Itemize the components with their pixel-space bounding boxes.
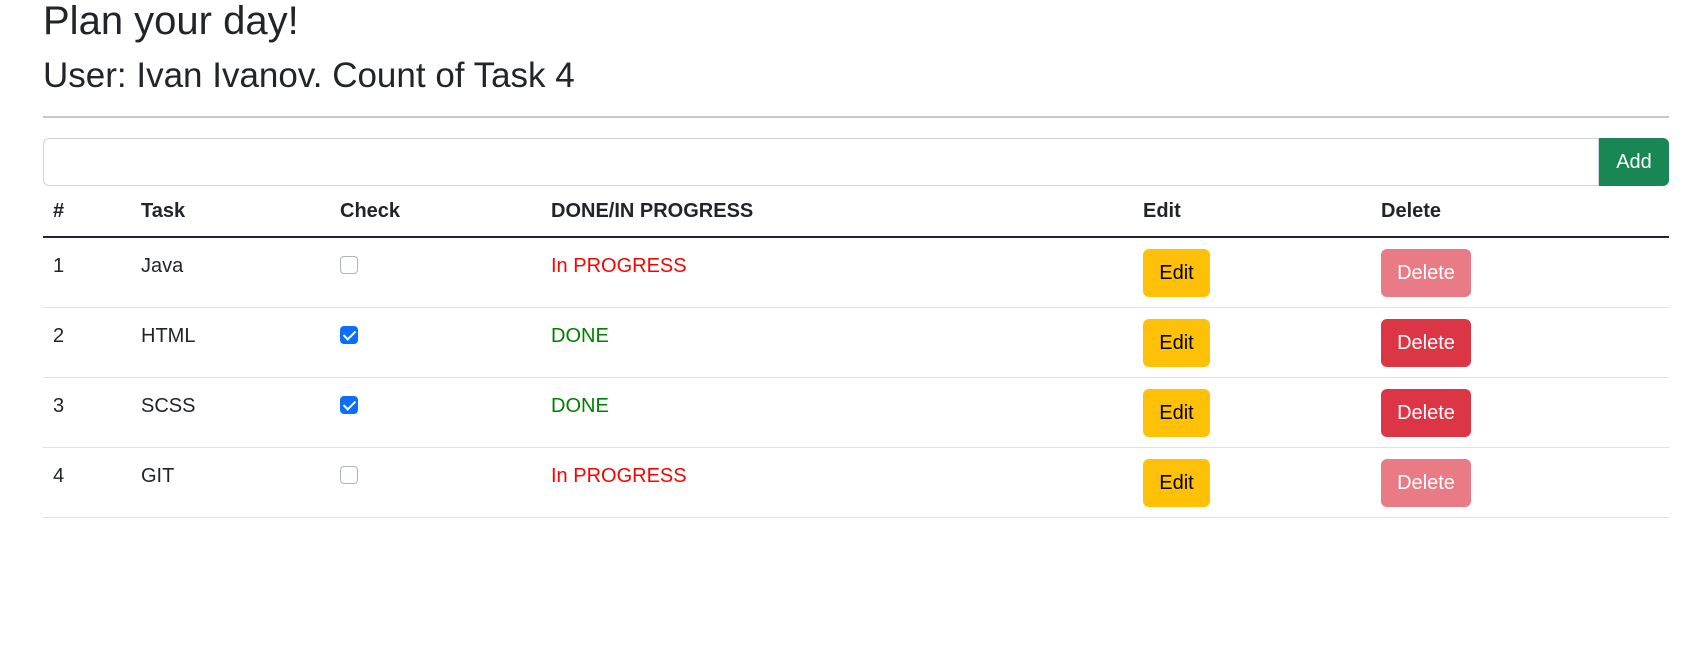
task-status: In PROGRESS (551, 465, 687, 487)
edit-button[interactable]: Edit (1143, 459, 1210, 507)
task-check-cell (330, 237, 541, 308)
task-delete-cell: Delete (1371, 307, 1669, 378)
task-number-cell: 2 (43, 307, 131, 378)
task-number-cell: 4 (43, 447, 131, 518)
task-check-cell (330, 377, 541, 448)
header-task: Task (131, 186, 330, 238)
task-edit-cell: Edit (1133, 447, 1371, 518)
table-row: 2 HTML DONE Edit Delete (43, 307, 1669, 378)
task-name: HTML (141, 325, 196, 347)
task-status-cell: In PROGRESS (541, 447, 1133, 518)
header-edit: Edit (1133, 186, 1371, 238)
task-number-cell: 1 (43, 237, 131, 308)
add-button[interactable]: Add (1599, 138, 1669, 186)
table-row: 3 SCSS DONE Edit Delete (43, 377, 1669, 448)
task-name-cell: Java (131, 237, 330, 308)
task-checkbox[interactable] (340, 326, 358, 344)
divider (43, 116, 1669, 118)
task-name: SCSS (141, 395, 196, 417)
task-number-cell: 3 (43, 377, 131, 448)
task-checkbox[interactable] (340, 396, 358, 414)
task-number: 2 (53, 325, 65, 347)
task-checkbox[interactable] (340, 256, 358, 274)
delete-button[interactable]: Delete (1381, 459, 1471, 507)
task-checkbox[interactable] (340, 466, 358, 484)
delete-button[interactable]: Delete (1381, 319, 1471, 367)
task-check-cell (330, 447, 541, 518)
task-name: GIT (141, 465, 175, 487)
header-status: DONE/IN PROGRESS (541, 186, 1133, 238)
task-delete-cell: Delete (1371, 447, 1669, 518)
task-table: # Task Check DONE/IN PROGRESS Edit Delet… (43, 186, 1669, 518)
task-number: 3 (53, 395, 65, 417)
task-list: 1 Java In PROGRESS Edit Delete 2 HTML DONE Edit D… (43, 237, 1669, 518)
page-title: Plan your day! (43, 0, 299, 43)
edit-button[interactable]: Edit (1143, 249, 1210, 297)
task-name: Java (141, 255, 184, 277)
task-status-cell: DONE (541, 307, 1133, 378)
task-number: 1 (53, 255, 65, 277)
page-container: Plan your day! User: Ivan Ivanov. Count … (43, 0, 1669, 518)
task-status-cell: DONE (541, 377, 1133, 448)
task-status: DONE (551, 325, 609, 347)
task-check-cell (330, 307, 541, 378)
task-delete-cell: Delete (1371, 237, 1669, 308)
task-edit-cell: Edit (1133, 377, 1371, 448)
task-name-cell: GIT (131, 447, 330, 518)
task-edit-cell: Edit (1133, 237, 1371, 308)
table-row: 1 Java In PROGRESS Edit Delete (43, 237, 1669, 308)
table-header-row: # Task Check DONE/IN PROGRESS Edit Delet… (43, 186, 1669, 238)
header-check: Check (330, 186, 541, 238)
delete-button[interactable]: Delete (1381, 389, 1471, 437)
edit-button[interactable]: Edit (1143, 389, 1210, 437)
header-delete: Delete (1371, 186, 1669, 238)
user-task-count: User: Ivan Ivanov. Count of Task 4 (43, 56, 575, 95)
task-input[interactable] (43, 138, 1599, 186)
task-edit-cell: Edit (1133, 307, 1371, 378)
table-row: 4 GIT In PROGRESS Edit Delete (43, 447, 1669, 518)
task-status: In PROGRESS (551, 255, 687, 277)
edit-button[interactable]: Edit (1143, 319, 1210, 367)
task-name-cell: HTML (131, 307, 330, 378)
task-number: 4 (53, 465, 65, 487)
add-task-form: Add (43, 138, 1669, 186)
task-delete-cell: Delete (1371, 377, 1669, 448)
task-name-cell: SCSS (131, 377, 330, 448)
header-number: # (43, 186, 131, 238)
delete-button[interactable]: Delete (1381, 249, 1471, 297)
task-status: DONE (551, 395, 609, 417)
task-status-cell: In PROGRESS (541, 237, 1133, 308)
